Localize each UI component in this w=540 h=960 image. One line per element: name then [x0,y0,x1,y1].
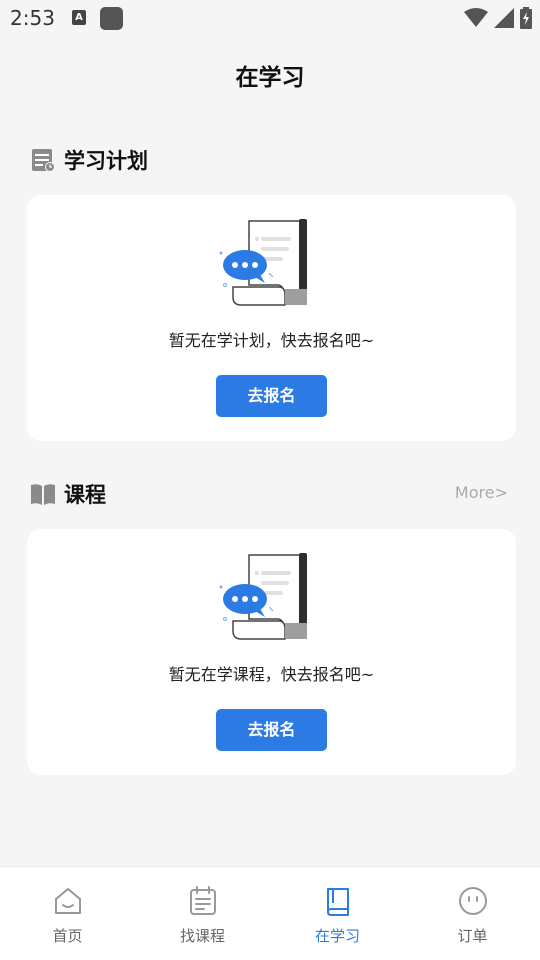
status-icons [464,6,532,30]
course-list-icon [189,886,216,915]
page-title: 在学习 [235,65,305,91]
course-more-link[interactable]: More> [455,483,508,502]
empty-illustration [219,219,307,306]
course-card: 暂无在学课程，快去报名吧~ 去报名 [27,529,516,775]
home-icon [54,888,81,914]
tab-orders[interactable]: 订单 [405,867,540,960]
battery-charging-icon [520,7,532,29]
tab-home-label: 首页 [52,927,83,945]
book-icon [31,484,55,505]
wifi-icon [464,8,488,27]
course-empty-text: 暂无在学课程，快去报名吧~ [168,665,375,684]
tab-find-course-label: 找课程 [179,927,225,945]
plan-section-header: 学习计划 [30,145,148,175]
empty-illustration [219,553,307,640]
plan-empty-text: 暂无在学计划，快去报名吧~ [168,331,375,350]
tab-home[interactable]: 首页 [0,867,135,960]
plan-enroll-button[interactable]: 去报名 [216,375,327,417]
course-enroll-button[interactable]: 去报名 [216,709,327,751]
plan-card: 暂无在学计划，快去报名吧~ 去报名 [27,195,516,441]
tab-find-course[interactable]: 找课程 [135,867,270,960]
bottom-tab-bar: 首页 找课程 在学习 订单 [0,866,540,960]
course-section-header: 课程 [30,479,106,509]
book-icon [326,888,349,916]
tab-learning[interactable]: 在学习 [270,867,405,960]
signal-icon [494,8,514,28]
status-bar: 2:53 A [0,0,540,38]
app-icon [100,7,123,30]
course-section-title: 课程 [64,483,106,507]
smile-face-icon [458,887,487,915]
plan-section-title: 学习计划 [64,149,148,173]
tab-orders-label: 订单 [457,927,488,945]
tab-learning-label: 在学习 [314,927,360,945]
notification-a-icon: A [72,10,86,25]
calendar-note-icon [32,149,55,172]
status-time: 2:53 [10,6,55,30]
